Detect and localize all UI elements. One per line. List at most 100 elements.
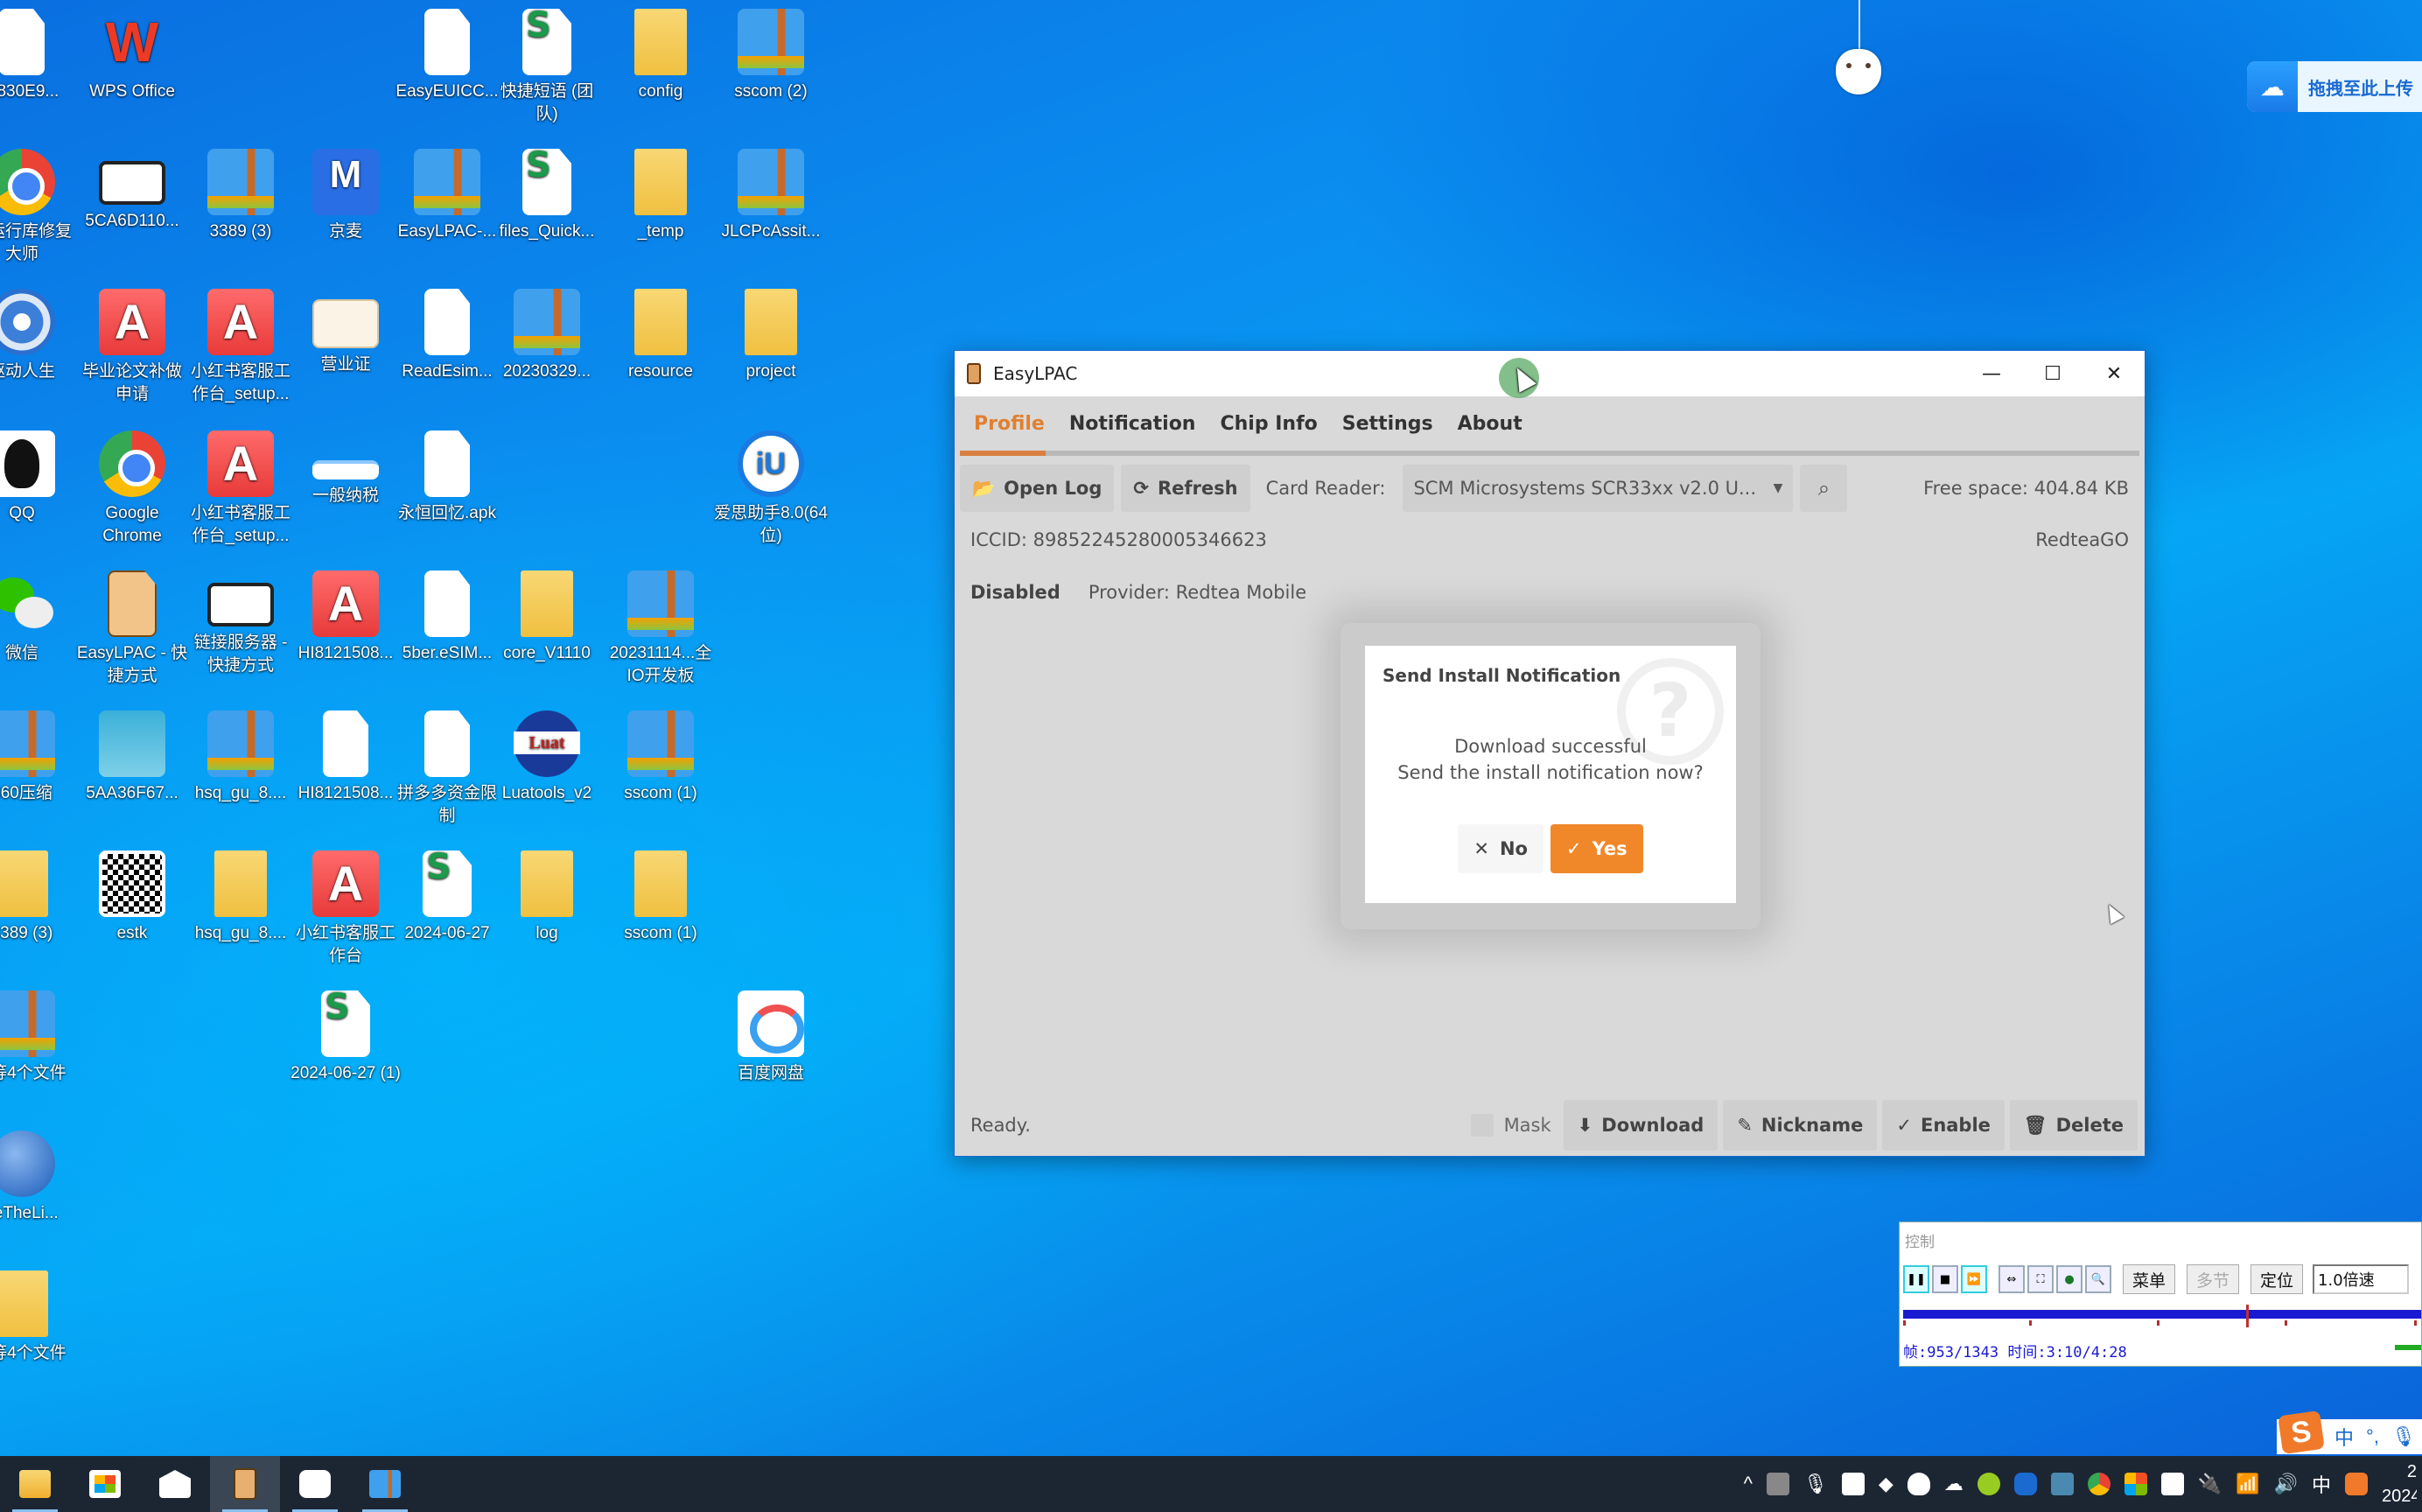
taskbar-easylpac[interactable] <box>210 1456 280 1512</box>
desktop-icon[interactable]: HI8121508... <box>289 710 402 805</box>
chrome-icon[interactable] <box>2087 1473 2110 1495</box>
menu-button[interactable]: 菜单 <box>2123 1264 2176 1294</box>
taskbar-360zip[interactable] <box>350 1456 420 1512</box>
desktop-icon[interactable]: estk <box>75 850 189 945</box>
nickname-button[interactable]: ✎ Nickname <box>1723 1100 1878 1151</box>
maximize-button[interactable]: ☐ <box>2022 351 2083 396</box>
fullscreen-button[interactable]: ⛶ <box>2027 1265 2054 1293</box>
checkbox-box[interactable] <box>1470 1114 1494 1137</box>
tab-settings[interactable]: Settings <box>1330 413 1446 435</box>
clock[interactable]: 2 2024 <box>2382 1460 2417 1508</box>
tab-about[interactable]: About <box>1446 413 1535 435</box>
desktop-icon[interactable]: _temp <box>604 149 718 243</box>
close-button[interactable]: ✕ <box>2083 351 2145 396</box>
desktop-icon[interactable]: config <box>604 9 718 103</box>
desktop-icon[interactable]: EasyLPAC-... <box>390 149 504 243</box>
open-log-button[interactable]: 📂 Open Log <box>960 465 1115 512</box>
desktop-icon[interactable]: 2024-06-27 <box>390 850 504 945</box>
baidu-tray-icon[interactable] <box>1841 1473 1865 1495</box>
fit-window-button[interactable]: ⇔ <box>1998 1265 2025 1293</box>
desktop-icon[interactable]: veTheLi... <box>0 1130 79 1225</box>
no-button[interactable]: ✕ No <box>1458 824 1544 873</box>
desktop-icon[interactable]: 空运行库修复大师 <box>0 149 79 266</box>
security-shield-icon[interactable] <box>1907 1473 1930 1495</box>
desktop-icon[interactable]: 20230329... <box>490 289 604 383</box>
desktop-icon[interactable]: 链接服务器 - 快捷方式 <box>184 570 298 677</box>
speed-select[interactable]: 1.0倍速 <box>2313 1264 2410 1294</box>
diamond-icon[interactable]: ◆ <box>1879 1473 1894 1495</box>
desktop-icon[interactable]: 快捷短语 (团队) <box>490 9 604 126</box>
desktop-icon[interactable]: log <box>490 850 604 945</box>
sogou-tray-icon[interactable] <box>2345 1473 2368 1495</box>
desktop-pet-cat-icon[interactable] <box>1836 49 1881 94</box>
tab-notification[interactable]: Notification <box>1057 413 1208 435</box>
taskbar-file-explorer[interactable] <box>0 1456 70 1512</box>
windows-app-icon[interactable] <box>2124 1473 2147 1495</box>
desktop-icon[interactable]: 小红书客服工作台 <box>289 850 402 968</box>
zoom-button[interactable]: 🔍 <box>2085 1265 2111 1293</box>
tab-chip-info[interactable]: Chip Info <box>1208 413 1329 435</box>
taskbar-mail[interactable] <box>140 1456 210 1512</box>
pointer-button[interactable]: ● <box>2056 1265 2082 1293</box>
ime-toolbar[interactable]: S 中 °, 🎙 <box>2277 1410 2422 1455</box>
desktop-icon[interactable]: sscom (1) <box>604 710 718 805</box>
stop-button[interactable]: ■ <box>1932 1265 1958 1293</box>
desktop-icon[interactable]: 360压缩 <box>0 710 79 805</box>
desktop-icon[interactable]: files_Quick... <box>490 149 604 243</box>
desktop-icon[interactable]: 5CA6D110... <box>75 149 189 233</box>
profile-status-row[interactable]: Disabled Provider: Redtea Mobile <box>955 566 2145 619</box>
volume-bar[interactable] <box>2395 1345 2421 1350</box>
minimize-button[interactable]: — <box>1961 351 2022 396</box>
desktop-icon[interactable]: D830E9... <box>0 9 79 103</box>
desktop-icon[interactable]: 小红书客服工作台_setup... <box>184 430 298 548</box>
pause-button[interactable]: ❚❚ <box>1903 1265 1929 1293</box>
enable-button[interactable]: ✓ Enable <box>1882 1100 2005 1151</box>
locate-button[interactable]: 定位 <box>2250 1264 2304 1294</box>
desktop-icon[interactable]: 微信 <box>0 570 79 665</box>
desktop-icon[interactable]: 3389 (3) <box>0 850 79 945</box>
taskbar-baidu-netdisk[interactable] <box>280 1456 350 1512</box>
desktop-icon[interactable]: sscom (1) <box>604 850 718 945</box>
desktop-icon[interactable]: 百度网盘 <box>714 990 828 1085</box>
desktop-icon[interactable]: ReadEsim... <box>390 289 504 383</box>
multi-section-button[interactable]: 多节 <box>2187 1264 2240 1294</box>
desktop-icon[interactable]: EasyLPAC - 快捷方式 <box>75 570 189 688</box>
desktop-icon[interactable]: 5AA36F67... <box>75 710 189 805</box>
desktop-icon[interactable]: Google Chrome <box>75 430 189 548</box>
volume-icon[interactable]: 🔊 <box>2274 1473 2298 1495</box>
fast-forward-button[interactable]: ⏩ <box>1961 1265 1987 1293</box>
desktop-icon[interactable]: EasyEUICC... <box>390 9 504 103</box>
desktop-icon[interactable]: 爱思助手8.0(64位) <box>714 430 828 548</box>
yes-button[interactable]: ✓ Yes <box>1550 824 1643 873</box>
desktop-icon[interactable]: JLCPcAssit... <box>714 149 828 243</box>
download-button[interactable]: ⬇ Download <box>1563 1100 1718 1151</box>
baidu-upload-widget[interactable]: ☁ 拖拽至此上传 <box>2247 61 2422 112</box>
desktop-icon[interactable]: tk等4个文件 <box>0 1270 79 1365</box>
camera-icon[interactable] <box>1766 1473 1789 1495</box>
refresh-button[interactable]: ⟳ Refresh <box>1121 465 1250 512</box>
desktop-icon[interactable]: 2024-06-27 (1) <box>289 990 402 1085</box>
desktop-icon[interactable]: core_V1110 <box>490 570 604 665</box>
desktop-icon[interactable]: 5ber.eSIM... <box>390 570 504 665</box>
desktop-icon[interactable]: 京麦 <box>289 149 402 243</box>
desktop-icon[interactable]: 驱动人生 <box>0 289 79 383</box>
plus-circle-icon[interactable] <box>1977 1473 2000 1495</box>
bluetooth-icon[interactable] <box>2013 1473 2037 1495</box>
desktop-icon[interactable]: project <box>714 289 828 383</box>
seek-playhead[interactable] <box>2246 1305 2250 1327</box>
desktop-icon[interactable]: QQ <box>0 430 79 525</box>
desktop-icon[interactable]: 毕业论文补做申请 <box>75 289 189 406</box>
title-bar[interactable]: EasyLPAC — ☐ ✕ <box>955 351 2145 398</box>
input-language[interactable]: 中 <box>2312 1470 2331 1498</box>
mask-checkbox[interactable]: Mask <box>1470 1114 1558 1137</box>
desktop-icon[interactable]: 3389 (3) <box>184 149 298 243</box>
desktop-icon[interactable]: resource <box>604 289 718 383</box>
card-reader-select[interactable]: SCM Microsystems SCR33xx v2.0 U... ▼ <box>1403 465 1794 512</box>
scan-reader-button[interactable]: ⌕ <box>1800 465 1848 512</box>
show-hidden-icons-chevron-icon[interactable]: ^ <box>1744 1473 1753 1495</box>
desktop-icon[interactable]: 小红书客服工作台_setup... <box>184 289 298 406</box>
desktop-icon[interactable]: 永恒回忆.apk <box>390 430 504 525</box>
desktop-icon[interactable]: 20231114...全IO开发板 <box>604 570 718 688</box>
battery-plug-icon[interactable]: 🔌 <box>2198 1473 2222 1495</box>
wifi-icon[interactable]: 📶 <box>2236 1473 2259 1495</box>
